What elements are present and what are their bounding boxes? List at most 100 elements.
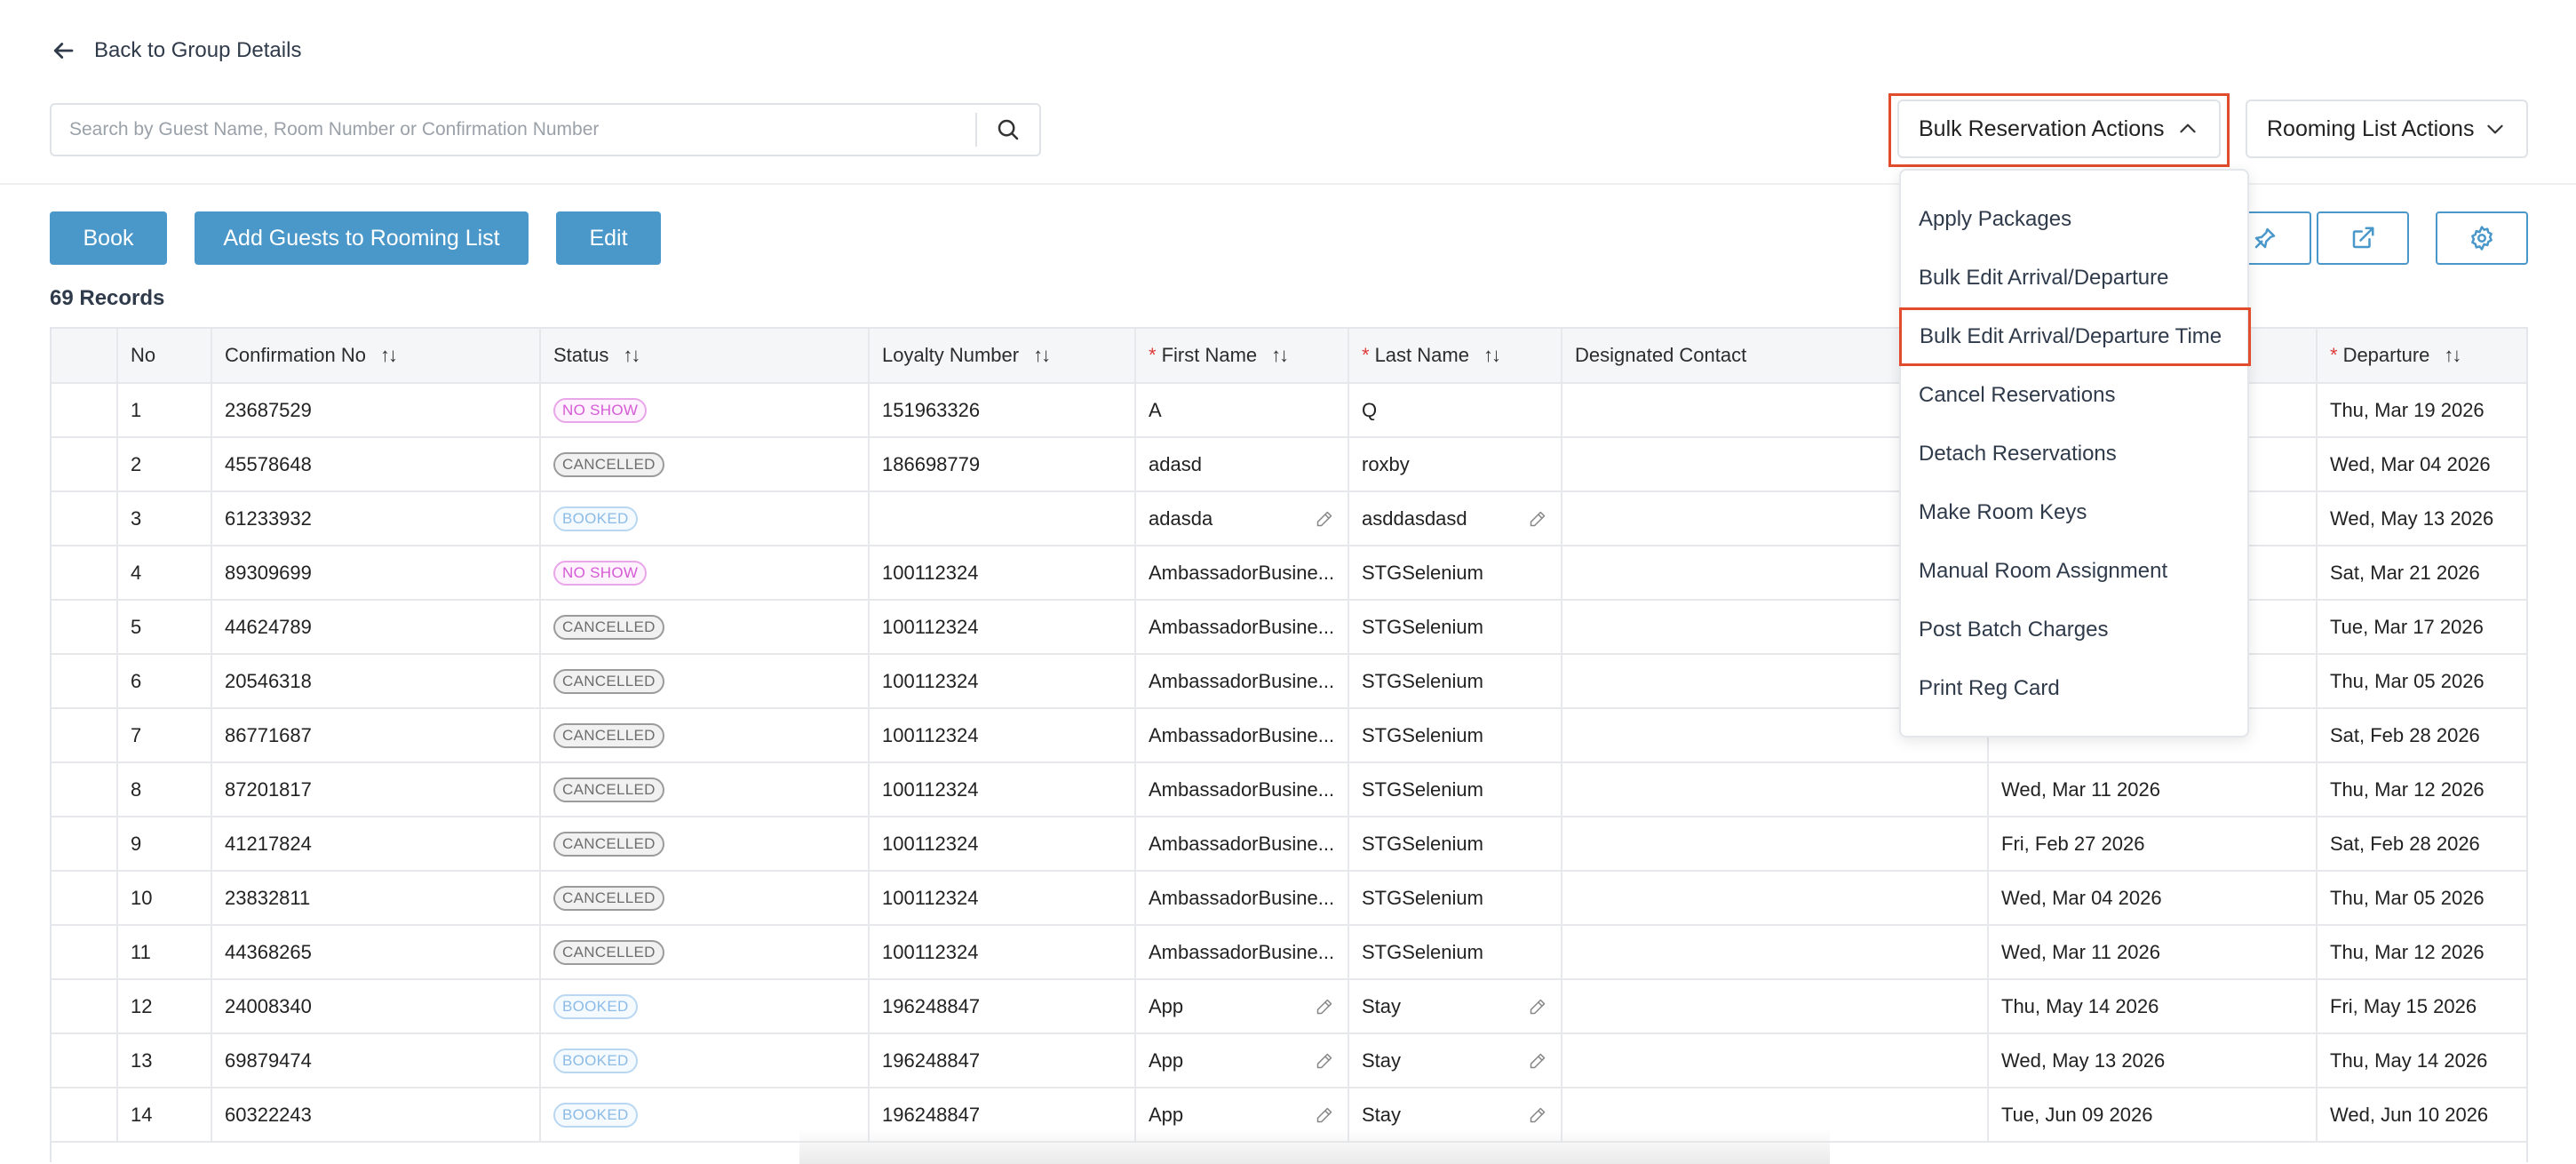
arrow-left-icon: [53, 43, 74, 59]
menu-item-cancel-reservations[interactable]: Cancel Reservations: [1901, 366, 2247, 425]
cell-last-name[interactable]: Stay: [1348, 1033, 1562, 1088]
cell-confirmation-no[interactable]: 89309699: [211, 546, 541, 601]
cell-loyalty-number: 100112324: [869, 925, 1136, 980]
settings-button[interactable]: [2436, 211, 2528, 265]
pencil-icon[interactable]: [1529, 998, 1546, 1016]
cell-confirmation-no[interactable]: 69879474: [211, 1033, 541, 1088]
sort-icon[interactable]: ↑↓: [623, 344, 640, 366]
status-badge: CANCELLED: [553, 777, 664, 802]
cell-last-name[interactable]: asddasdasd: [1348, 491, 1562, 546]
pencil-icon[interactable]: [1316, 1106, 1333, 1124]
row-select-cell[interactable]: [52, 1033, 118, 1088]
column-header-departure[interactable]: * Departure ↑↓: [2317, 329, 2526, 384]
last-name-text: Stay: [1362, 1048, 1402, 1072]
cell-no: 9: [117, 817, 212, 872]
table-row[interactable]: 14 60322243 BOOKED 196248847 App Stay Tue, Jun…: [52, 1088, 2526, 1143]
cell-last-name: STGSelenium: [1348, 817, 1562, 872]
table-row[interactable]: 12 24008340 BOOKED 196248847 App Stay Thu, May…: [52, 979, 2526, 1034]
row-select-cell[interactable]: [52, 762, 118, 817]
book-button[interactable]: Book: [50, 211, 167, 265]
sort-icon[interactable]: ↑↓: [1033, 344, 1051, 366]
row-select-cell[interactable]: [52, 925, 118, 980]
menu-item-make-room-keys[interactable]: Make Room Keys: [1901, 483, 2247, 542]
cell-confirmation-no[interactable]: 23832811: [211, 871, 541, 926]
cell-first-name[interactable]: App: [1135, 979, 1349, 1034]
search-input[interactable]: [52, 105, 975, 155]
cell-last-name[interactable]: Stay: [1348, 1088, 1562, 1143]
cell-no: 14: [117, 1088, 212, 1143]
pencil-icon[interactable]: [1529, 1052, 1546, 1070]
menu-item-print-reg-card[interactable]: Print Reg Card: [1901, 659, 2247, 718]
cell-last-name[interactable]: Stay: [1348, 979, 1562, 1034]
row-select-cell[interactable]: [52, 491, 118, 546]
sort-icon[interactable]: ↑↓: [1483, 344, 1501, 366]
status-badge: CANCELLED: [553, 940, 664, 965]
table-row[interactable]: 10 23832811 CANCELLED 100112324 AmbassadorBu…: [52, 871, 2526, 926]
cell-confirmation-no[interactable]: 61233932: [211, 491, 541, 546]
pencil-icon[interactable]: [1316, 510, 1333, 528]
cell-loyalty-number: 151963326: [869, 383, 1136, 438]
menu-item-post-batch-charges[interactable]: Post Batch Charges: [1901, 601, 2247, 659]
row-select-cell[interactable]: [52, 708, 118, 763]
column-header-loyalty-number[interactable]: Loyalty Number ↑↓: [869, 329, 1136, 384]
back-to-group-details-link[interactable]: Back to Group Details: [50, 34, 301, 68]
cell-no: 5: [117, 600, 212, 655]
cell-departure: Sat, Feb 28 2026: [2317, 708, 2526, 763]
menu-item-bulk-edit-arrival-departure-time[interactable]: Bulk Edit Arrival/Departure Time: [1899, 307, 2251, 366]
cell-confirmation-no[interactable]: 44368265: [211, 925, 541, 980]
cell-confirmation-no[interactable]: 23687529: [211, 383, 541, 438]
row-select-cell[interactable]: [52, 817, 118, 872]
row-select-cell[interactable]: [52, 437, 118, 492]
row-select-cell[interactable]: [52, 871, 118, 926]
column-header-last-name[interactable]: * Last Name ↑↓: [1348, 329, 1562, 384]
search-button[interactable]: [977, 105, 1039, 155]
row-select-cell[interactable]: [52, 654, 118, 709]
cell-first-name[interactable]: App: [1135, 1088, 1349, 1143]
sort-icon[interactable]: ↑↓: [380, 344, 398, 366]
pencil-icon[interactable]: [1529, 510, 1546, 528]
cell-loyalty-number: 196248847: [869, 1088, 1136, 1143]
menu-item-bulk-edit-arrival-departure[interactable]: Bulk Edit Arrival/Departure: [1901, 249, 2247, 307]
rooming-list-actions-dropdown[interactable]: Rooming List Actions: [2246, 100, 2528, 158]
pencil-icon[interactable]: [1529, 1106, 1546, 1124]
cell-confirmation-no[interactable]: 86771687: [211, 708, 541, 763]
menu-item-apply-packages[interactable]: Apply Packages: [1901, 190, 2247, 249]
cell-confirmation-no[interactable]: 24008340: [211, 979, 541, 1034]
sort-icon[interactable]: ↑↓: [2444, 344, 2461, 366]
cell-loyalty-number: 100112324: [869, 817, 1136, 872]
cell-confirmation-no[interactable]: 41217824: [211, 817, 541, 872]
cell-first-name: A: [1135, 383, 1349, 438]
column-header-confirmation-no[interactable]: Confirmation No ↑↓: [211, 329, 541, 384]
column-header-first-name[interactable]: * First Name ↑↓: [1135, 329, 1349, 384]
cell-first-name[interactable]: App: [1135, 1033, 1349, 1088]
menu-item-detach-reservations[interactable]: Detach Reservations: [1901, 425, 2247, 483]
cell-confirmation-no[interactable]: 44624789: [211, 600, 541, 655]
cell-confirmation-no[interactable]: 60322243: [211, 1088, 541, 1143]
row-select-cell[interactable]: [52, 979, 118, 1034]
row-select-cell[interactable]: [52, 546, 118, 601]
sort-icon[interactable]: ↑↓: [1271, 344, 1289, 366]
table-row[interactable]: 13 69879474 BOOKED 196248847 App Stay Wed, May…: [52, 1033, 2526, 1088]
cell-status: NO SHOW: [540, 383, 870, 438]
cell-first-name[interactable]: adasda: [1135, 491, 1349, 546]
pencil-icon[interactable]: [1316, 1052, 1333, 1070]
cell-confirmation-no[interactable]: 45578648: [211, 437, 541, 492]
row-select-cell[interactable]: [52, 1088, 118, 1143]
bulk-reservation-actions-dropdown[interactable]: Bulk Reservation Actions: [1897, 100, 2221, 158]
row-select-cell[interactable]: [52, 600, 118, 655]
cell-confirmation-no[interactable]: 87201817: [211, 762, 541, 817]
menu-item-manual-room-assignment[interactable]: Manual Room Assignment: [1901, 542, 2247, 601]
table-row[interactable]: 9 41217824 CANCELLED 100112324 AmbassadorBus…: [52, 817, 2526, 872]
cell-confirmation-no[interactable]: 20546318: [211, 654, 541, 709]
column-header-status[interactable]: Status ↑↓: [540, 329, 870, 384]
table-row[interactable]: 8 87201817 CANCELLED 100112324 AmbassadorBus…: [52, 762, 2526, 817]
pencil-icon[interactable]: [1316, 998, 1333, 1016]
cell-departure: Fri, May 15 2026: [2317, 979, 2526, 1034]
edit-button[interactable]: Edit: [556, 211, 661, 265]
row-select-cell[interactable]: [52, 383, 118, 438]
cell-departure: Thu, Mar 05 2026: [2317, 871, 2526, 926]
external-link-button[interactable]: [2317, 211, 2409, 265]
table-row[interactable]: 11 44368265 CANCELLED 100112324 AmbassadorBu…: [52, 925, 2526, 980]
add-guests-button[interactable]: Add Guests to Rooming List: [195, 211, 529, 265]
column-label: No: [131, 344, 156, 366]
